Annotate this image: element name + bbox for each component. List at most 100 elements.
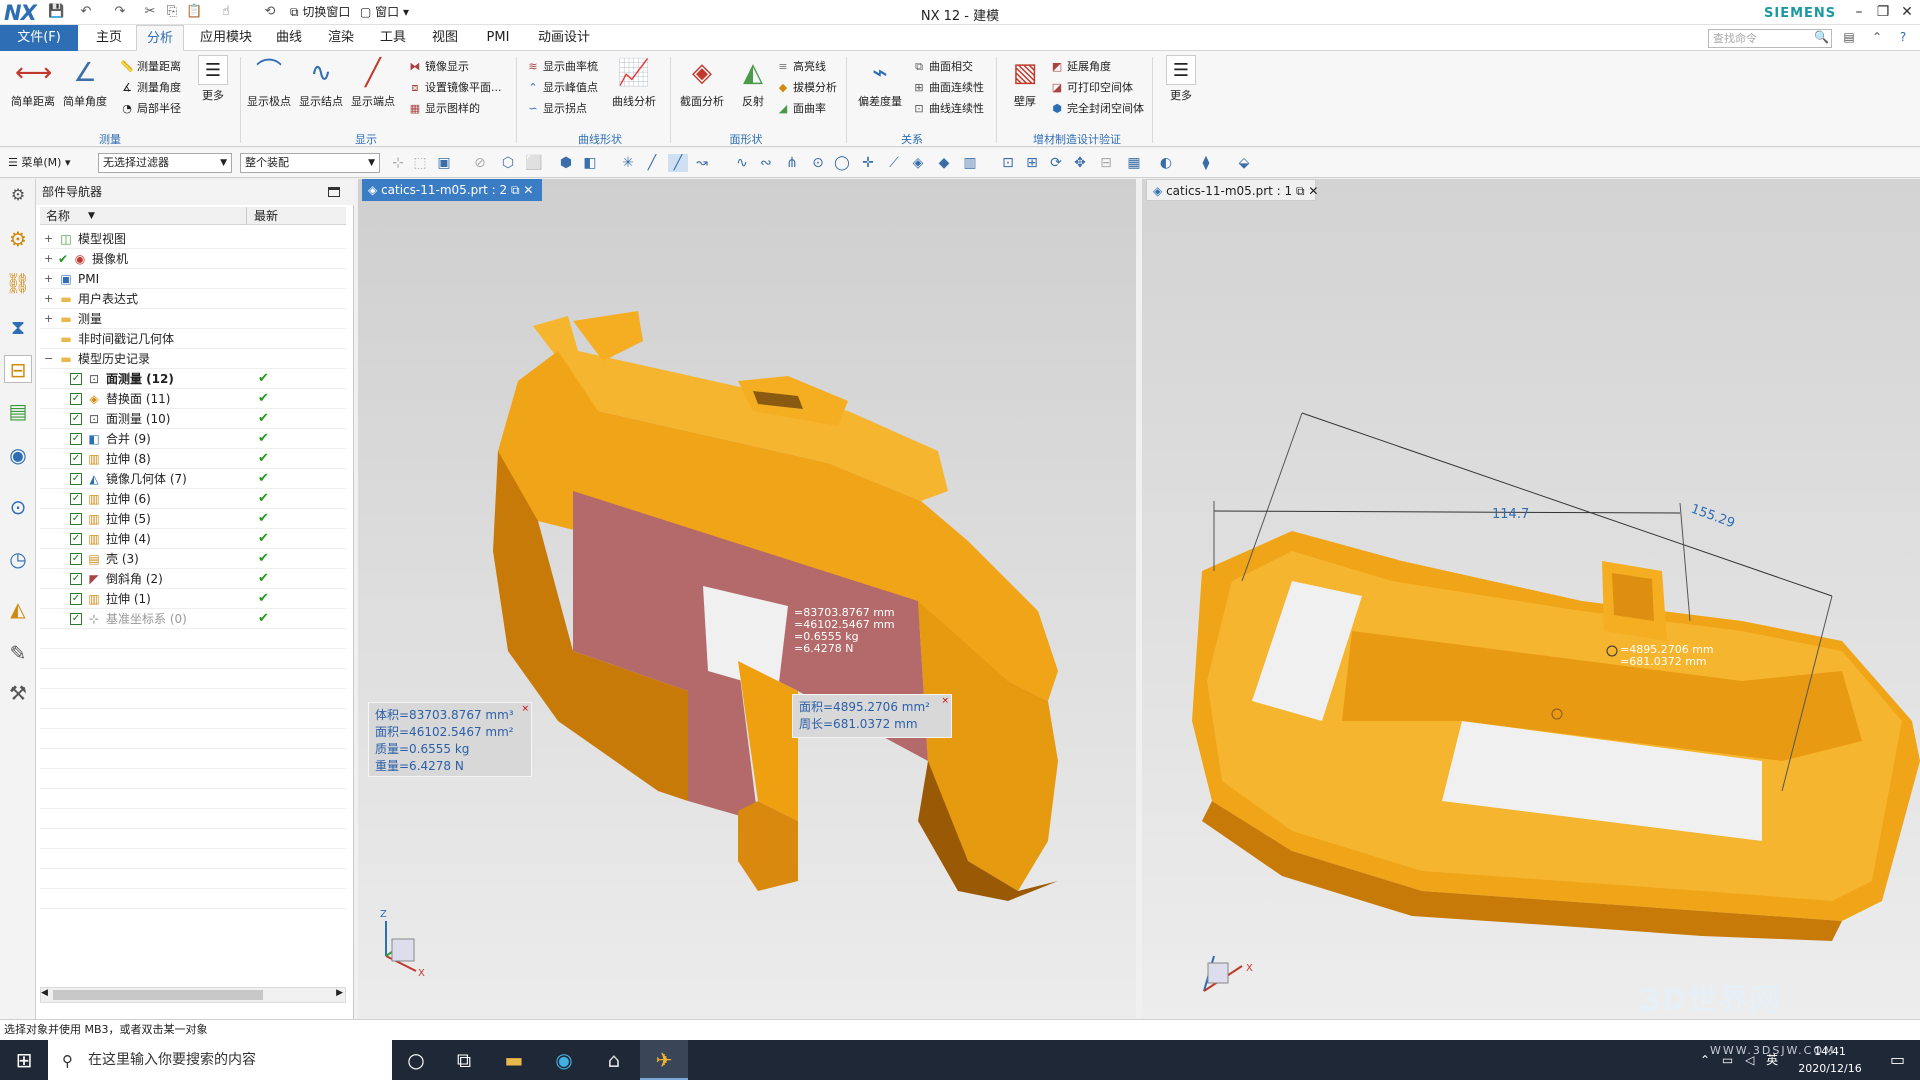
curve-continuity-button[interactable]: ⊡ 曲线连续性 (912, 99, 984, 119)
close-box-icon[interactable]: × (521, 701, 529, 718)
rectangle-select-icon[interactable]: ⬜ (524, 154, 544, 172)
history-feature-row[interactable]: ✓ ◭ 镜像几何体 (7) ✔ (40, 469, 346, 489)
orient-icon[interactable]: ⊟ (1096, 154, 1116, 172)
touch-mode-icon[interactable]: ☝ (218, 4, 234, 20)
render-style-icon[interactable]: ▦ (1124, 154, 1144, 172)
windows-start-icon[interactable]: ⊞ (0, 1040, 48, 1080)
scroll-left-icon[interactable]: ◀ (41, 988, 48, 998)
save-icon[interactable]: 💾 (48, 4, 64, 20)
assembly-scope-select[interactable]: 整个装配 ▼ (240, 153, 380, 173)
app-icon[interactable]: ⌂ (590, 1040, 638, 1080)
feature-checkbox[interactable]: ✓ (70, 433, 82, 445)
constraint-icon[interactable]: ⧗ (4, 313, 32, 341)
restore-icon[interactable]: ❐ (1872, 2, 1894, 22)
undo-icon[interactable]: ↶ (78, 4, 94, 20)
section-analysis-button[interactable]: ◈ 截面分析 (676, 55, 728, 109)
file-menu-button[interactable]: 文件(F) (0, 25, 78, 51)
center-snap-icon[interactable]: ⊙ (808, 154, 828, 172)
close-box-icon[interactable]: × (941, 693, 949, 710)
expand-icon[interactable]: + (44, 289, 54, 309)
redo-icon[interactable]: ↷ (112, 4, 128, 20)
tree-node[interactable]: − ▬ 模型历史记录 (40, 349, 346, 369)
expand-icon[interactable]: + (44, 229, 54, 249)
rotate-icon[interactable]: ⟳ (1046, 154, 1066, 172)
shaded-icon[interactable]: ◧ (580, 154, 600, 172)
part-navigator-icon[interactable]: ⊟ (4, 355, 32, 383)
face-continuity-button[interactable]: ⊞ 曲面连续性 (912, 78, 984, 98)
popout-icon[interactable]: ⧉ (511, 183, 520, 197)
history-feature-row[interactable]: ✓ ▤ 壳 (3) ✔ (40, 549, 346, 569)
window-menu-button[interactable]: ▢ 窗口 ▾ (360, 3, 409, 20)
show-pattern-button[interactable]: ▦ 显示图样的 (408, 99, 480, 119)
feature-checkbox[interactable]: ✓ (70, 493, 82, 505)
history-feature-row[interactable]: ✓ ◤ 倒斜角 (2) ✔ (40, 569, 346, 589)
simple-angle-button[interactable]: ∠ 简单角度 (62, 55, 108, 109)
tree-node[interactable]: + ▣ PMI (40, 269, 346, 289)
snap-points-icon[interactable]: ✳ (618, 154, 638, 172)
history-feature-row[interactable]: ✓ ▥ 拉伸 (6) ✔ (40, 489, 346, 509)
expand-icon[interactable]: + (44, 249, 54, 269)
feature-checkbox[interactable]: ✓ (70, 533, 82, 545)
collapse-icon[interactable]: − (44, 349, 54, 369)
wave-icon[interactable]: ∾ (756, 154, 776, 172)
draft-analysis-button[interactable]: ◆ 拔模分析 (776, 78, 837, 98)
viewport-tab-2[interactable]: ◈ catics-11-m05.prt : 2 ⧉ ✕ (362, 179, 542, 201)
history-icon[interactable]: ◷ (4, 545, 32, 573)
line-icon[interactable]: ╱ (642, 154, 662, 172)
tray-chevron-icon[interactable]: ⌃ (1700, 1053, 1710, 1067)
help-icon[interactable]: ? (1894, 30, 1912, 46)
measure-more-button[interactable]: ☰ 更多 (190, 55, 236, 103)
ribbon-options-icon[interactable]: ▤ (1840, 30, 1858, 46)
tab-analysis[interactable]: 分析 (136, 25, 184, 51)
show-knots-button[interactable]: ∿ 显示结点 (298, 55, 344, 109)
history-feature-row[interactable]: ✓ ▥ 拉伸 (4) ✔ (40, 529, 346, 549)
feature-checkbox[interactable]: ✓ (70, 513, 82, 525)
tab-pmi[interactable]: PMI (476, 25, 520, 51)
layer-icon[interactable]: ⧫ (1196, 154, 1216, 172)
view-cube-icon[interactable]: ⬢ (556, 154, 576, 172)
tree-node[interactable]: + ◫ 模型视图 (40, 229, 346, 249)
printable-volume-button[interactable]: ◪ 可打印空间体 (1050, 78, 1133, 98)
body-measure-box[interactable]: × 体积=83703.8767 mm³ 面积=46102.5467 mm² 质量… (368, 702, 532, 777)
tab-application[interactable]: 应用模块 (192, 25, 260, 51)
feature-checkbox[interactable]: ✓ (70, 373, 82, 385)
overhang-angle-button[interactable]: ◩ 延展角度 (1050, 57, 1111, 77)
grid-icon[interactable]: ▥ (960, 154, 980, 172)
point-face-icon[interactable]: ◆ (934, 154, 954, 172)
endpoint-snap-icon[interactable]: ╱ (668, 154, 688, 172)
tab-view[interactable]: 视图 (424, 25, 466, 51)
tab-curve[interactable]: 曲线 (268, 25, 310, 51)
feature-checkbox[interactable]: ✓ (70, 453, 82, 465)
measure-angle-button[interactable]: ∡ 测量角度 (120, 78, 181, 98)
tab-render[interactable]: 渲染 (320, 25, 362, 51)
constraint-navigator-icon[interactable]: ⛓ (4, 269, 32, 297)
history-feature-row[interactable]: ✓ ▥ 拉伸 (8) ✔ (40, 449, 346, 469)
intersection-snap-icon[interactable]: ⋔ (782, 154, 802, 172)
close-tab-icon[interactable]: ✕ (1308, 184, 1318, 198)
notification-icon[interactable]: ▭ (1890, 1050, 1905, 1069)
hd3d-icon[interactable]: ◉ (4, 441, 32, 469)
curve-snap-icon[interactable]: ↝ (692, 154, 712, 172)
show-inflection-button[interactable]: ∽ 显示拐点 (526, 99, 587, 119)
history-feature-row[interactable]: ✓ ⊡ 面测量 (12) ✔ (40, 369, 346, 389)
nx-app-icon[interactable]: ✈ (640, 1040, 688, 1080)
tree-node[interactable]: + ▬ 测量 (40, 309, 346, 329)
history-feature-row[interactable]: ✓ ⊡ 面测量 (10) ✔ (40, 409, 346, 429)
model-view-3d[interactable]: Z X (358, 201, 1136, 1019)
search-icon[interactable]: 🔍 (1814, 30, 1829, 44)
sort-icon[interactable]: ▼ (88, 207, 95, 225)
popout-icon[interactable]: ⧉ (1296, 184, 1305, 198)
fit-view-icon[interactable]: ⊡ (998, 154, 1018, 172)
face-intersection-button[interactable]: ⧉ 曲面相交 (912, 57, 973, 77)
expand-icon[interactable]: + (44, 269, 54, 289)
reuse-library-icon[interactable]: ▤ (4, 397, 32, 425)
set-mirror-plane-button[interactable]: ⧈ 设置镜像平面... (408, 78, 502, 98)
viewport-tab-1[interactable]: ◈ catics-11-m05.prt : 1 ⧉ ✕ (1146, 179, 1318, 201)
cortana-icon[interactable]: ○ (392, 1040, 440, 1080)
face-measure-box[interactable]: × 面积=4895.2706 mm² 周长=681.0372 mm (792, 694, 952, 738)
copy-icon[interactable]: ⎘ (164, 4, 180, 20)
viewport-right[interactable]: ◈ catics-11-m05.prt : 1 ⧉ ✕ X 114.7 155.… (1142, 179, 1920, 1019)
process-studio-icon[interactable]: ✎ (4, 639, 32, 667)
viewport-left[interactable]: ◈ catics-11-m05.prt : 2 ⧉ ✕ Z X =83703.8… (358, 179, 1136, 1019)
local-radius-button[interactable]: ◔ 局部半径 (120, 99, 181, 119)
